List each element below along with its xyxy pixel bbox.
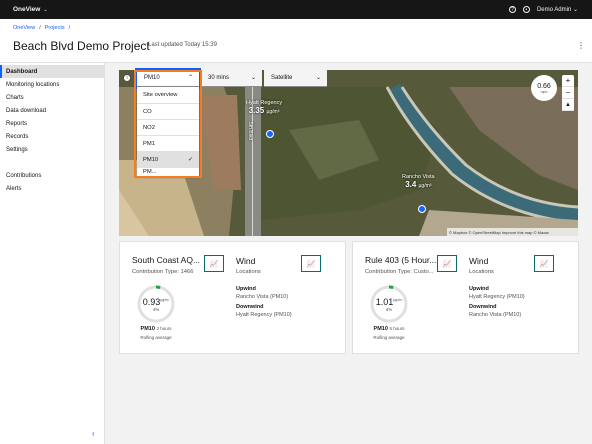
reset-north-button[interactable]: ▲ xyxy=(562,99,574,111)
pollutant-select[interactable]: PM10 ⌃ xyxy=(135,68,201,89)
contribution-type: Contribution Type: Custo... xyxy=(365,269,434,275)
chart-button[interactable]: 📈 xyxy=(204,255,224,272)
upwind-value: Hyatt Regency (PM10) xyxy=(469,294,525,300)
map-view-select[interactable]: Satellite ⌄ xyxy=(264,70,327,87)
downwind-value: Rancho Vista (PM10) xyxy=(469,312,522,318)
sidebar-item-monitoring-locations[interactable]: Monitoring locations xyxy=(0,78,104,91)
chevron-down-icon: ⌄ xyxy=(43,6,48,13)
sidebar-item-contributions[interactable]: Contributions xyxy=(0,169,104,182)
gauge-percent: 4% xyxy=(152,306,160,312)
breadcrumb-oneview[interactable]: OneView xyxy=(13,25,35,31)
station-marker-hyatt[interactable] xyxy=(266,130,274,138)
app-name: OneView xyxy=(13,6,41,13)
wind-chart-button[interactable]: 📈 xyxy=(534,255,554,272)
collapse-sidebar-icon[interactable]: ‹ xyxy=(92,429,95,438)
last-updated: Last updated Today 15:39 xyxy=(148,42,217,48)
dropdown-option[interactable]: Site overview xyxy=(137,87,199,103)
breadcrumb-separator: / xyxy=(68,25,71,31)
chevron-down-icon: ⌄ xyxy=(572,7,578,13)
sidebar-item-reports[interactable]: Reports xyxy=(0,117,104,130)
contribution-card: Rule 403 (5 Hour... Contribution Type: C… xyxy=(352,241,579,354)
app-switcher[interactable]: OneView ⌄ xyxy=(13,0,48,19)
sidebar-item-charts[interactable]: Charts xyxy=(0,91,104,104)
page-header: OneView / Projects / Beach Blvd Demo Pro… xyxy=(0,19,592,63)
downwind-value: Hyatt Regency (PM10) xyxy=(236,312,292,318)
wind-title: Wind xyxy=(236,256,256,266)
contribution-card: South Coast AQ... Contribution Type: 146… xyxy=(119,241,346,354)
dropdown-option[interactable]: CO xyxy=(137,103,199,119)
chevron-down-icon: ⌄ xyxy=(250,75,256,81)
station-marker-rancho[interactable] xyxy=(418,205,426,213)
chart-icon: 📈 xyxy=(306,260,316,268)
wind-chart-button[interactable]: 📈 xyxy=(301,255,321,272)
chevron-up-icon: ⌃ xyxy=(187,75,193,81)
chart-icon: 📈 xyxy=(209,260,219,268)
wind-compass: 0.66 mph xyxy=(531,75,557,101)
zoom-in-button[interactable]: + xyxy=(562,75,574,87)
page-title: Beach Blvd Demo Project xyxy=(13,39,150,53)
breadcrumb: OneView / Projects / xyxy=(13,25,70,31)
sidebar: Dashboard Monitoring locations Charts Da… xyxy=(0,63,105,444)
contribution-type: Contribution Type: 1466 xyxy=(132,269,194,275)
card-title: Rule 403 (5 Hour... xyxy=(365,255,437,265)
wind-title: Wind xyxy=(469,256,489,266)
station-label-rancho: Rancho Vista 3.4 µg/m³ xyxy=(402,174,435,189)
sidebar-item-dashboard[interactable]: Dashboard xyxy=(0,65,104,78)
top-bar: OneView ⌄ ? • Demo Admin ⌄ xyxy=(0,0,592,19)
zoom-controls: + − ▲ xyxy=(562,75,574,111)
station-label-hyatt: Hyatt Regency 3.35 µg/m³ xyxy=(246,100,283,115)
checkmark-icon: ✓ xyxy=(187,157,193,163)
chart-icon: 📈 xyxy=(539,260,549,268)
wind-sub: Locations xyxy=(469,269,494,275)
chart-button[interactable]: 📈 xyxy=(437,255,457,272)
interval-select[interactable]: 30 mins ⌄ xyxy=(201,70,262,87)
gauge-value: 1.01 xyxy=(375,296,394,307)
breadcrumb-projects[interactable]: Projects xyxy=(45,25,65,31)
dropdown-option[interactable]: NO2 xyxy=(137,119,199,135)
user-menu[interactable]: Demo Admin ⌄ xyxy=(537,6,578,13)
sidebar-item-alerts[interactable]: Alerts xyxy=(0,182,104,195)
upwind-value: Rancho Vista (PM10) xyxy=(236,294,289,300)
pollutant-dropdown-menu: Site overview CO NO2 PM1 PM10 ✓ PM... xyxy=(137,87,199,176)
dropdown-option-selected[interactable]: PM10 ✓ xyxy=(137,151,199,167)
chevron-down-icon: ⌄ xyxy=(315,75,321,81)
sidebar-item-settings[interactable]: Settings xyxy=(0,143,104,156)
sidebar-item-data-download[interactable]: Data download xyxy=(0,104,104,117)
help-icon[interactable]: ? xyxy=(508,6,516,13)
map-toolbar: i PM10 ⌃ 30 mins ⌄ Satellite ⌄ xyxy=(119,68,578,89)
info-icon[interactable]: i xyxy=(123,74,131,82)
chart-icon: 📈 xyxy=(442,260,452,268)
gauge-percent: 4% xyxy=(385,306,393,312)
overflow-menu-icon[interactable]: ⋮ xyxy=(577,41,585,50)
breadcrumb-separator: / xyxy=(39,25,41,31)
dropdown-option[interactable]: PM... xyxy=(137,167,199,176)
sidebar-item-records[interactable]: Records xyxy=(0,130,104,143)
street-label: 5th Blvd xyxy=(247,121,254,141)
user-icon[interactable]: • xyxy=(522,6,530,13)
dropdown-option[interactable]: PM1 xyxy=(137,135,199,151)
map-attribution[interactable]: © Mapbox © OpenStreetMap Improve this ma… xyxy=(447,228,578,236)
card-title: South Coast AQ... xyxy=(132,255,201,265)
zoom-out-button[interactable]: − xyxy=(562,87,574,99)
gauge-value: 0.93 xyxy=(142,296,161,307)
wind-sub: Locations xyxy=(236,269,261,275)
